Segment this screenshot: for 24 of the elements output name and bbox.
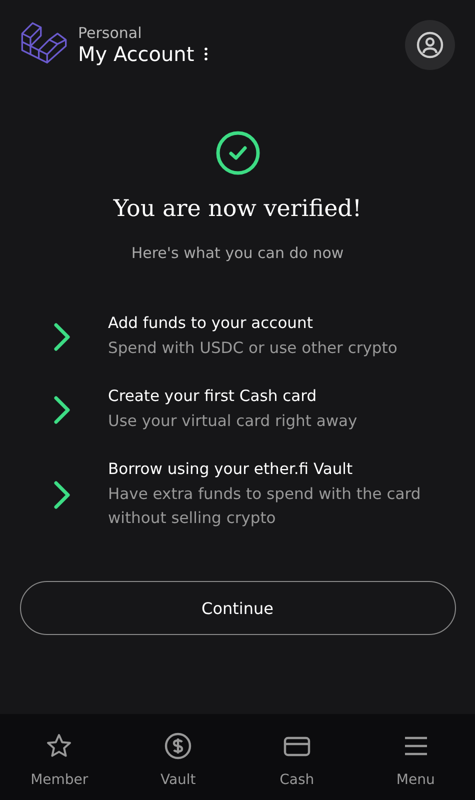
nav-tab[interactable]: Vault bbox=[118, 714, 238, 800]
chevron-right-icon bbox=[52, 480, 72, 510]
chevron-right-icon bbox=[52, 322, 72, 352]
step-title: Add funds to your account bbox=[108, 314, 314, 332]
verified-subtitle: Here's what you can do now bbox=[131, 244, 344, 262]
verified-heading: You are now verified! bbox=[113, 196, 362, 222]
step-title: Borrow using your ether.fi Vault bbox=[108, 460, 354, 478]
star-icon bbox=[45, 732, 74, 760]
check-circle-icon bbox=[214, 130, 260, 176]
step-description: Spend with USDC or use other crypto bbox=[108, 338, 398, 359]
account-type: Personal bbox=[78, 24, 143, 42]
profile-button[interactable] bbox=[405, 20, 455, 70]
dollar-icon bbox=[164, 732, 192, 760]
step-description: Use your virtual card right away bbox=[108, 410, 358, 432]
nav-tab[interactable]: Member bbox=[0, 714, 119, 800]
chevron-right-icon bbox=[52, 395, 72, 426]
more-icon[interactable] bbox=[204, 47, 208, 61]
user-icon bbox=[416, 31, 444, 59]
account-name: My Account bbox=[78, 42, 194, 66]
nav-tab[interactable]: Cash bbox=[238, 714, 356, 800]
step-description: Have extra funds to spend with the card without selling crypto bbox=[108, 484, 422, 530]
continue-button[interactable]: Continue bbox=[20, 581, 456, 636]
step-title: Create your first Cash card bbox=[108, 386, 318, 405]
nav-tab[interactable]: Menu bbox=[356, 714, 475, 800]
